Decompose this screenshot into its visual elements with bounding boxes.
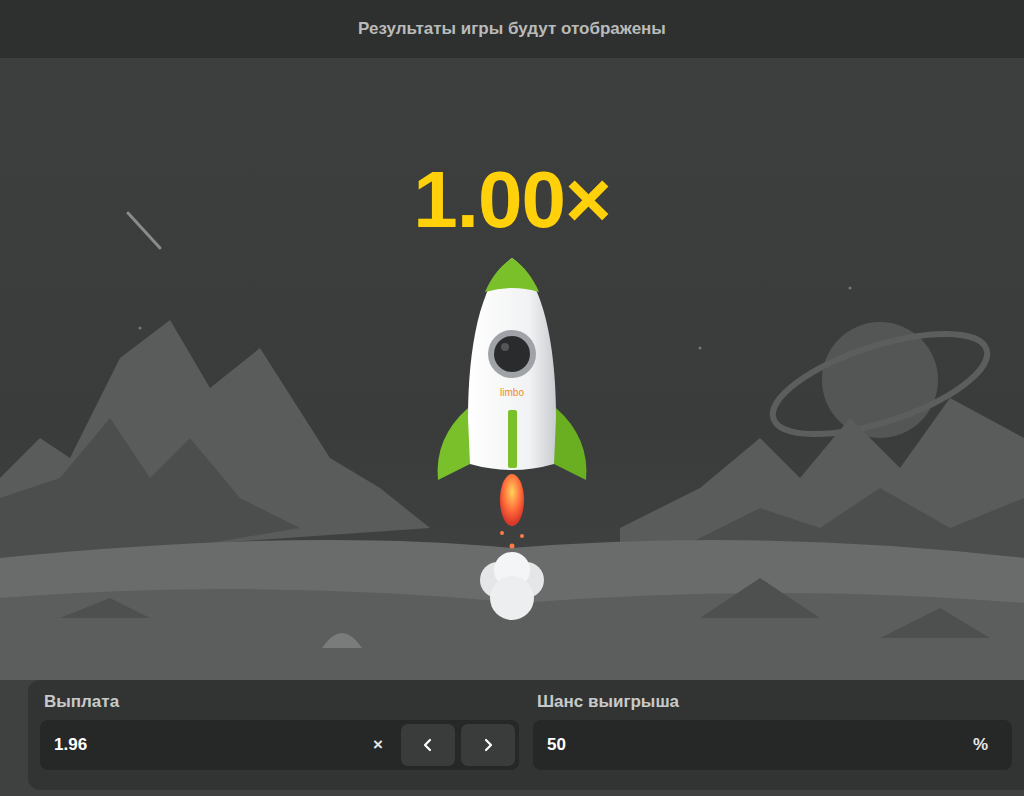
increase-button[interactable] xyxy=(461,724,515,766)
controls-panel: Выплата 1.96 × Шанс выигрыша 50% xyxy=(28,680,1024,790)
rocket-icon: limbo xyxy=(432,258,592,630)
results-bar: Результаты игры будут отображены xyxy=(0,0,1024,58)
chevron-right-icon xyxy=(481,738,495,752)
field-input[interactable]: 1.96 × xyxy=(40,720,519,770)
chevron-left-icon xyxy=(421,738,435,752)
field-suffix: × xyxy=(373,735,395,755)
bet-controls: Выплата 1.96 × Шанс выигрыша 50% xyxy=(0,680,1024,796)
decrease-button[interactable] xyxy=(401,724,455,766)
field-value[interactable]: 1.96 xyxy=(54,735,367,755)
game-scene: 1.00× limbo xyxy=(0,58,1024,680)
control-field: Выплата 1.96 × xyxy=(40,692,519,780)
field-value[interactable]: 50 xyxy=(547,735,967,755)
field-label: Выплата xyxy=(40,692,519,712)
control-field: Шанс выигрыша 50% xyxy=(533,692,1012,780)
field-input[interactable]: 50% xyxy=(533,720,1012,770)
limbo-game: Результаты игры будут отображены 1.00× lim… xyxy=(0,0,1024,796)
field-label: Шанс выигрыша xyxy=(533,692,1012,712)
svg-text:limbo: limbo xyxy=(500,387,524,398)
multiplier: 1.00× xyxy=(413,158,610,242)
field-suffix: % xyxy=(973,735,1008,755)
